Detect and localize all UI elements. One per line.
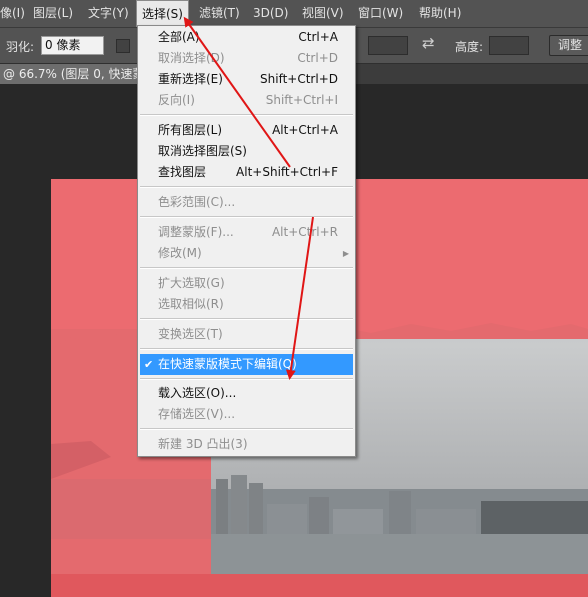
height-label: 高度: <box>455 40 484 54</box>
menu-filter[interactable]: 滤镜(T) <box>199 0 240 27</box>
menu-separator <box>140 348 353 350</box>
menu-item-all[interactable]: 全部(A) Ctrl+A <box>138 28 355 47</box>
quick-mask-overlay-bottom <box>51 574 588 597</box>
menu-bar: 像(I) 图层(L) 文字(Y) 选择(S) 滤镜(T) 3D(D) 视图(V)… <box>0 0 588 28</box>
menu-item-all-layers[interactable]: 所有图层(L) Alt+Ctrl+A <box>138 121 355 140</box>
feather-input[interactable]: 0 像素 <box>41 36 104 55</box>
width-input[interactable] <box>368 36 408 55</box>
menu-separator <box>140 378 353 380</box>
menu-view[interactable]: 视图(V) <box>302 0 344 27</box>
menu-item-save-selection[interactable]: 存储选区(V)... <box>138 405 355 424</box>
menu-separator <box>140 428 353 430</box>
menu-item-inverse[interactable]: 反向(I) Shift+Ctrl+I <box>138 91 355 110</box>
swap-arrows-icon[interactable]: ⇄ <box>422 34 435 52</box>
menu-item-reselect[interactable]: 重新选择(E) Shift+Ctrl+D <box>138 70 355 89</box>
feather-label: 羽化: <box>6 40 35 54</box>
menu-separator <box>140 267 353 269</box>
menu-select[interactable]: 选择(S) <box>136 0 189 27</box>
menu-item-color-range[interactable]: 色彩范围(C)... <box>138 193 355 212</box>
chevron-right-icon: ▶ <box>342 249 349 258</box>
menu-item-similar[interactable]: 选取相似(R) <box>138 295 355 314</box>
menu-separator <box>140 216 353 218</box>
anti-alias-checkbox[interactable] <box>116 39 130 53</box>
refine-edge-button[interactable]: 调整 <box>549 35 588 56</box>
menu-item-deselect[interactable]: 取消选择(D) Ctrl+D <box>138 49 355 68</box>
checkmark-icon: ✔ <box>144 358 154 371</box>
menu-item-refine-mask[interactable]: 调整蒙版(F)... Alt+Ctrl+R <box>138 223 355 242</box>
menu-type[interactable]: 文字(Y) <box>88 0 129 27</box>
menu-window[interactable]: 窗口(W) <box>358 0 403 27</box>
menu-separator <box>140 186 353 188</box>
select-menu-dropdown: 全部(A) Ctrl+A 取消选择(D) Ctrl+D 重新选择(E) Shift+C… <box>137 25 356 457</box>
menu-image[interactable]: 像(I) <box>0 0 25 27</box>
menu-item-load-selection[interactable]: 载入选区(O)... <box>138 384 355 403</box>
height-input[interactable] <box>489 36 529 55</box>
menu-item-find-layers[interactable]: 查找图层 Alt+Shift+Ctrl+F <box>138 163 355 182</box>
menu-item-grow[interactable]: 扩大选取(G) <box>138 274 355 293</box>
menu-item-deselect-layers[interactable]: 取消选择图层(S) <box>138 142 355 161</box>
menu-item-transform-selection[interactable]: 变换选区(T) <box>138 325 355 344</box>
menu-layer[interactable]: 图层(L) <box>33 0 73 27</box>
menu-item-quick-mask[interactable]: ✔ 在快速蒙版模式下编辑(Q) <box>140 354 353 375</box>
menu-help[interactable]: 帮助(H) <box>419 0 461 27</box>
menu-separator <box>140 318 353 320</box>
menu-item-new-3d-extrusion[interactable]: 新建 3D 凸出(3) <box>138 435 355 454</box>
menu-separator <box>140 114 353 116</box>
menu-3d[interactable]: 3D(D) <box>253 0 288 27</box>
menu-item-modify[interactable]: 修改(M) ▶ <box>138 244 355 263</box>
